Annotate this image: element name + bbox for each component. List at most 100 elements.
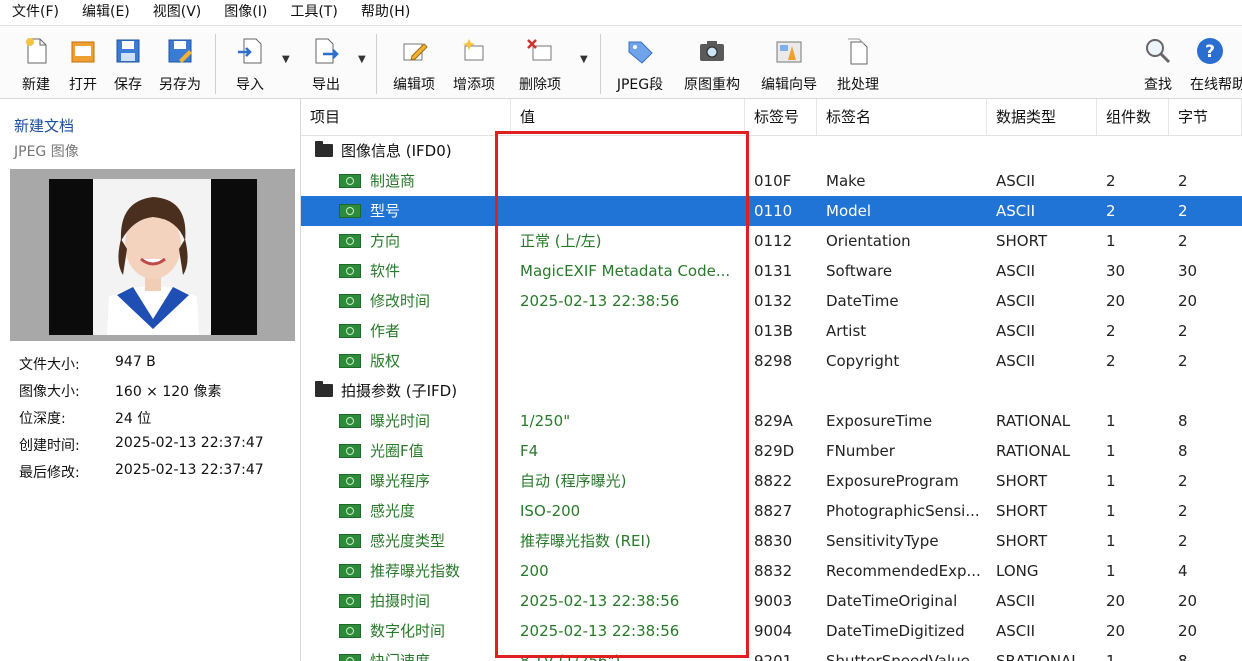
table-row[interactable]: 感光度类型 推荐曝光指数 (REI) 8830 SensitivityType SHOR…: [301, 526, 1242, 556]
cell-text-bytes: 2: [1178, 352, 1188, 370]
table-row[interactable]: 修改时间 2025-02-13 22:38:56 0132 DateTime ASCII…: [301, 286, 1242, 316]
open-button[interactable]: 打开: [63, 32, 103, 94]
menu-view[interactable]: 视图(V): [141, 0, 213, 25]
cell-type: SHORT: [987, 496, 1097, 526]
column-header-value[interactable]: 值: [511, 99, 745, 135]
column-header-bytes[interactable]: 字节: [1169, 99, 1242, 135]
table-row[interactable]: 光圈F值 F4 829D FNumber RATIONAL 1 8: [301, 436, 1242, 466]
new-document-icon: [21, 36, 51, 66]
cell-item: 修改时间: [301, 286, 511, 316]
online-help-button[interactable]: ? 在线帮助: [1190, 32, 1242, 94]
cell-text-value: MagicEXIF Metadata Code...: [520, 262, 731, 280]
column-header-tag[interactable]: 标签号: [745, 99, 817, 135]
add-item-button[interactable]: 增添项: [450, 32, 498, 94]
cell-value: ISO-200: [511, 496, 745, 526]
table-group-row[interactable]: 拍摄参数 (子IFD): [301, 376, 1242, 406]
cell-text-tag: 8298: [754, 352, 793, 370]
table-row[interactable]: 曝光程序 自动 (程序曝光) 8822 ExposureProgram SHORT 1 2: [301, 466, 1242, 496]
cell-text-name: DateTime: [826, 292, 899, 310]
cell-bytes: 2: [1169, 316, 1242, 346]
find-button[interactable]: 查找: [1138, 32, 1178, 94]
cell-type: ASCII: [987, 586, 1097, 616]
export-dropdown-icon[interactable]: ▼: [358, 54, 366, 65]
info-created: 创建时间: 2025-02-13 22:37:47: [19, 435, 264, 454]
document-title[interactable]: 新建文档: [14, 115, 74, 136]
toolbar-separator: [376, 34, 377, 94]
cell-count: 1: [1097, 556, 1169, 586]
menu-file[interactable]: 文件(F): [0, 0, 70, 25]
cell-item: 软件: [301, 256, 511, 286]
import-button[interactable]: 导入: [230, 32, 270, 94]
column-header-count[interactable]: 组件数: [1097, 99, 1169, 135]
cell-value: 200: [511, 556, 745, 586]
menu-image[interactable]: 图像(I): [212, 0, 278, 25]
delete-dropdown-icon[interactable]: ▼: [580, 54, 588, 65]
table-row[interactable]: 版权 8298 Copyright ASCII 2 2: [301, 346, 1242, 376]
table-row[interactable]: 方向 正常 (上/左) 0112 Orientation SHORT 1 2: [301, 226, 1242, 256]
menu-tools[interactable]: 工具(T): [278, 0, 348, 25]
delete-item-button[interactable]: 删除项: [516, 32, 564, 94]
cell-text-item: 软件: [370, 262, 401, 280]
cell-type: ASCII: [987, 316, 1097, 346]
cell-text-tag: 8827: [754, 502, 793, 520]
tag-entry-icon: [339, 623, 361, 638]
table-row[interactable]: 快门速度 8 TV (1/256") 9201 ShutterSpeedValue SR…: [301, 646, 1242, 661]
cell-tag: 8830: [745, 526, 817, 556]
group-title: 图像信息 (IFD0): [341, 142, 452, 160]
table-row[interactable]: 感光度 ISO-200 8827 PhotographicSensi... SHORT 1…: [301, 496, 1242, 526]
table-row[interactable]: 作者 013B Artist ASCII 2 2: [301, 316, 1242, 346]
cell-bytes: 2: [1169, 196, 1242, 226]
tag-entry-icon: [339, 233, 361, 248]
table-row[interactable]: 拍摄时间 2025-02-13 22:38:56 9003 DateTimeOrigi…: [301, 586, 1242, 616]
cell-tag: 010F: [745, 166, 817, 196]
cell-value: 1/250": [511, 406, 745, 436]
new-button[interactable]: 新建: [16, 32, 56, 94]
tag-entry-icon: [339, 413, 361, 428]
cell-text-bytes: 8: [1178, 652, 1188, 661]
tag-entry-icon: [339, 353, 361, 368]
cell-type: SHORT: [987, 526, 1097, 556]
table-row[interactable]: 制造商 010F Make ASCII 2 2: [301, 166, 1242, 196]
cell-text-bytes: 8: [1178, 442, 1188, 460]
table-row[interactable]: 推荐曝光指数 200 8832 RecommendedExp... LONG 1 4: [301, 556, 1242, 586]
cell-text-value: 200: [520, 562, 549, 580]
column-header-name[interactable]: 标签名: [817, 99, 987, 135]
cell-bytes: 8: [1169, 436, 1242, 466]
column-header-type[interactable]: 数据类型: [987, 99, 1097, 135]
menu-help[interactable]: 帮助(H): [349, 0, 421, 25]
import-dropdown-icon[interactable]: ▼: [282, 54, 290, 65]
rebuild-button[interactable]: 原图重构: [680, 32, 744, 94]
save-as-button[interactable]: 另存为: [155, 32, 205, 94]
table-row[interactable]: 数字化时间 2025-02-13 22:38:56 9004 DateTimeDigi…: [301, 616, 1242, 646]
cell-type: ASCII: [987, 196, 1097, 226]
cell-text-value: 8 TV (1/256"): [520, 652, 621, 661]
image-preview: [10, 169, 295, 341]
table-row[interactable]: 软件 MagicEXIF Metadata Code... 0131 Software…: [301, 256, 1242, 286]
cell-value: MagicEXIF Metadata Code...: [511, 256, 745, 286]
table-row[interactable]: 型号 0110 Model ASCII 2 2: [301, 196, 1242, 226]
cell-text-type: SHORT: [996, 502, 1048, 520]
jpeg-segment-button[interactable]: JPEG段: [612, 32, 668, 94]
cell-text-tag: 010F: [754, 172, 792, 190]
cell-text-name: ExposureProgram: [826, 472, 959, 490]
cell-text-value: 1/250": [520, 412, 571, 430]
batch-button[interactable]: 批处理: [834, 32, 882, 94]
toolbar-separator: [215, 34, 216, 94]
cell-text-name: Orientation: [826, 232, 911, 250]
edit-item-button[interactable]: 编辑项: [390, 32, 438, 94]
cell-value: [511, 166, 745, 196]
save-button[interactable]: 保存: [108, 32, 148, 94]
save-as-icon: [165, 36, 195, 66]
cell-item: 制造商: [301, 166, 511, 196]
menu-edit[interactable]: 编辑(E): [70, 0, 141, 25]
exif-table: 项目 值 标签号 标签名 数据类型 组件数 字节 图像信息 (IFD0) 制造商 0…: [301, 99, 1242, 661]
column-header-item[interactable]: 项目: [301, 99, 511, 135]
table-row[interactable]: 曝光时间 1/250" 829A ExposureTime RATIONAL 1 8: [301, 406, 1242, 436]
table-group-row[interactable]: 图像信息 (IFD0): [301, 136, 1242, 166]
cell-tag: 0132: [745, 286, 817, 316]
export-button[interactable]: 导出: [306, 32, 346, 94]
edit-wizard-button[interactable]: 编辑向导: [756, 32, 822, 94]
cell-item: 感光度: [301, 496, 511, 526]
cell-text-tag: 8832: [754, 562, 793, 580]
tag-entry-icon: [339, 173, 361, 188]
